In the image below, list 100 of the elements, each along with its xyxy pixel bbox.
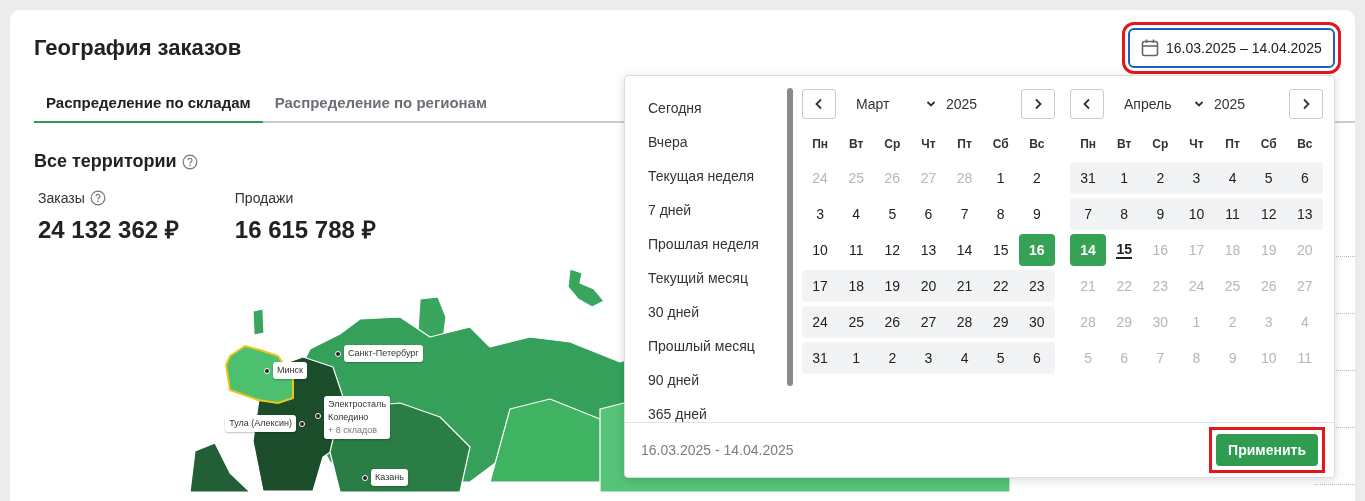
calendar-day[interactable]: 6 — [910, 198, 947, 230]
calendar-day[interactable]: 4 — [838, 198, 875, 230]
weekday-label: Ср — [883, 137, 902, 151]
calendar-day[interactable]: 3 — [802, 198, 839, 230]
stat-label: Заказы — [38, 190, 85, 206]
calendar-day[interactable]: 23 — [1018, 270, 1055, 302]
calendar-day[interactable]: 2 — [874, 342, 911, 374]
next-month-button[interactable] — [1289, 89, 1323, 119]
chevron-right-icon — [1301, 98, 1311, 110]
calendar-day[interactable]: 24 — [802, 306, 839, 338]
calendar-day[interactable]: 13 — [910, 234, 947, 266]
preset-option[interactable]: Текущий месяц — [648, 261, 785, 295]
calendar-day[interactable]: 29 — [982, 306, 1019, 338]
calendar-day[interactable]: 27 — [910, 306, 947, 338]
map-label[interactable]: Минск — [273, 362, 307, 379]
section-title: Все территории — [34, 151, 177, 172]
map-label[interactable]: Тула (Алексин) — [225, 415, 296, 432]
calendar-day[interactable]: 26 — [874, 306, 911, 338]
calendar-day[interactable]: 1 — [1106, 162, 1143, 194]
weekday-label: Сб — [991, 137, 1010, 151]
preset-option[interactable]: 7 дней — [648, 193, 785, 227]
apply-button[interactable]: Применить — [1216, 434, 1318, 466]
calendar-day[interactable]: 31 — [1070, 162, 1107, 194]
calendar-day[interactable]: 31 — [802, 342, 839, 374]
calendar-day[interactable]: 5 — [874, 198, 911, 230]
calendar-day[interactable]: 2 — [1018, 162, 1055, 194]
calendar-day[interactable]: 17 — [802, 270, 839, 302]
calendar-day[interactable]: 1 — [838, 342, 875, 374]
preset-option[interactable]: 30 дней — [648, 295, 785, 329]
calendar-day[interactable]: 21 — [946, 270, 983, 302]
calendar-day[interactable]: 9 — [1142, 198, 1179, 230]
weekday-label: Вс — [1296, 137, 1314, 151]
map-label[interactable]: Электросталь Коледино + 8 складов — [324, 396, 391, 439]
weekday-label: Вс — [1028, 137, 1046, 151]
preset-option[interactable]: Прошлая неделя — [648, 227, 785, 261]
calendar-day[interactable]: 22 — [982, 270, 1019, 302]
stat-value: 24 132 362 ₽ — [38, 215, 179, 245]
weekday-label: Чт — [920, 137, 937, 151]
calendar-day[interactable]: 11 — [1214, 198, 1251, 230]
calendar-day[interactable]: 7 — [946, 198, 983, 230]
calendar-day[interactable]: 12 — [874, 234, 911, 266]
calendar-day[interactable]: 13 — [1286, 198, 1323, 230]
calendar-day[interactable]: 30 — [1018, 306, 1055, 338]
scrollbar-thumb[interactable] — [787, 88, 793, 386]
calendar-day[interactable]: 5 — [1250, 162, 1287, 194]
calendar-day[interactable]: 3 — [1178, 162, 1215, 194]
map-pin-icon — [264, 368, 270, 374]
preset-option[interactable]: 365 дней — [648, 397, 785, 422]
map-pin-icon — [335, 351, 341, 357]
previous-month-button[interactable] — [802, 89, 836, 119]
calendar-day[interactable]: 18 — [838, 270, 875, 302]
calendar-day[interactable]: 6 — [1018, 342, 1055, 374]
year-select[interactable]: 2025 — [1214, 96, 1289, 112]
calendar-day[interactable]: 10 — [802, 234, 839, 266]
calendar-day[interactable]: 11 — [838, 234, 875, 266]
calendar-day[interactable]: 6 — [1286, 162, 1323, 194]
map-label[interactable]: Санкт-Петербург — [344, 345, 423, 362]
month-select[interactable]: Март — [856, 96, 936, 112]
next-month-button[interactable] — [1021, 89, 1055, 119]
calendar-day[interactable]: 25 — [838, 306, 875, 338]
weekday-label: Сб — [1259, 137, 1278, 151]
weekday-label: Пн — [811, 137, 829, 151]
calendar-day[interactable]: 19 — [874, 270, 911, 302]
calendar-day[interactable]: 20 — [910, 270, 947, 302]
weekday-label: Пт — [1224, 137, 1241, 151]
previous-month-button[interactable] — [1070, 89, 1104, 119]
weekday-label: Вт — [848, 137, 865, 151]
preset-option[interactable]: Текущая неделя — [648, 159, 785, 193]
map-pin-icon — [299, 421, 305, 427]
calendar-day[interactable]: 1 — [982, 162, 1019, 194]
calendar-day[interactable]: 12 — [1250, 198, 1287, 230]
calendar-day[interactable]: 15 — [1106, 234, 1143, 266]
calendar-day[interactable]: 15 — [982, 234, 1019, 266]
calendar-day[interactable]: 8 — [1106, 198, 1143, 230]
calendar-day[interactable]: 8 — [982, 198, 1019, 230]
preset-option[interactable]: Вчера — [648, 125, 785, 159]
calendar-day[interactable]: 14 — [946, 234, 983, 266]
tab[interactable]: Распределение по регионам — [262, 86, 500, 123]
map-label[interactable]: Казань — [371, 469, 408, 486]
month-select[interactable]: Апрель — [1124, 96, 1204, 112]
selected-range-text: 16.03.2025 - 14.04.2025 — [641, 442, 794, 458]
calendar-day[interactable]: 7 — [1070, 198, 1107, 230]
calendar-day[interactable]: 4 — [1214, 162, 1251, 194]
tab[interactable]: Распределение по складам — [34, 86, 263, 123]
calendar-day[interactable]: 2 — [1142, 162, 1179, 194]
calendar-day[interactable]: 10 — [1178, 198, 1215, 230]
calendar-day[interactable]: 4 — [946, 342, 983, 374]
preset-option[interactable]: 90 дней — [648, 363, 785, 397]
stat-value: 16 615 788 ₽ — [234, 215, 376, 245]
calendar-day[interactable]: 5 — [982, 342, 1019, 374]
chevron-down-icon — [1194, 100, 1204, 108]
preset-option[interactable]: Прошлый месяц — [648, 329, 785, 363]
calendar-day[interactable]: 9 — [1018, 198, 1055, 230]
map-pin-icon — [315, 413, 321, 419]
preset-option[interactable]: Сегодня — [648, 91, 785, 125]
calendar-day[interactable]: 28 — [946, 306, 983, 338]
help-icon[interactable] — [89, 190, 106, 206]
help-icon[interactable] — [181, 153, 198, 170]
year-select[interactable]: 2025 — [946, 96, 1021, 112]
calendar-day[interactable]: 3 — [910, 342, 947, 374]
